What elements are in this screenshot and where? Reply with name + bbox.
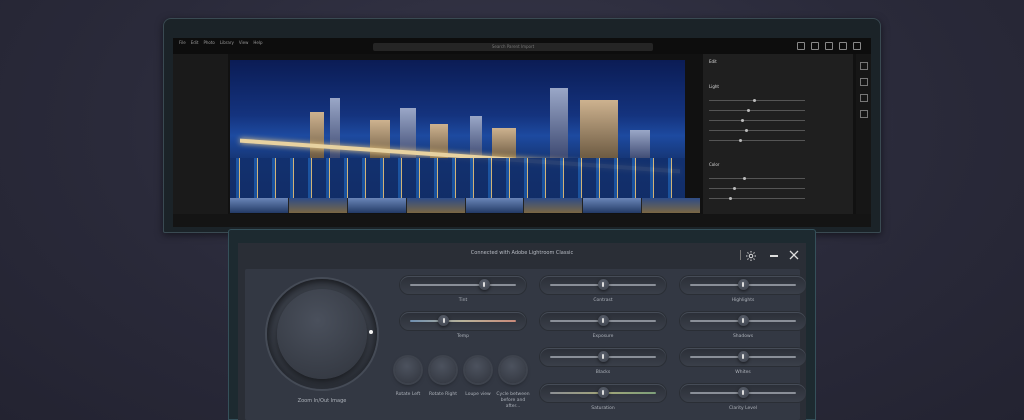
filmstrip[interactable]: [230, 198, 700, 213]
clarity-slider[interactable]: [680, 384, 806, 402]
laptop-deck: Connected with Adobe Lightroom Classic Z…: [228, 229, 816, 420]
minimize-icon[interactable]: [770, 255, 778, 257]
exposure-label: Exposure: [592, 334, 614, 339]
zoom-dial-label: Zoom In/Out Image: [297, 398, 347, 404]
lightroom-menu: File Edit Photo Library View Help: [179, 40, 263, 45]
exposure-slider[interactable]: [540, 312, 666, 330]
whites-slider[interactable]: [680, 348, 806, 366]
rotate-left-button[interactable]: [395, 357, 421, 383]
saturation-slider[interactable]: [540, 384, 666, 402]
help-icon[interactable]: [839, 42, 847, 50]
temp-label: Temp: [457, 334, 469, 339]
lightroom-topbar: File Edit Photo Library View Help Search…: [173, 38, 871, 54]
tint-slider[interactable]: [400, 276, 526, 294]
menu-item[interactable]: File: [179, 40, 186, 45]
before-after-label: Cycle between before and after...: [496, 392, 530, 409]
highlights-label: Highlights: [731, 298, 755, 303]
title-separator: [740, 250, 741, 260]
zoom-dial[interactable]: [267, 279, 377, 389]
gear-icon[interactable]: [745, 250, 757, 262]
develop-panel: Edit Light Color: [703, 54, 853, 214]
panel-section-color[interactable]: Color: [709, 162, 719, 167]
gradient-icon[interactable]: [859, 110, 868, 118]
lightroom-toolbar: [797, 42, 861, 50]
panel-section-light[interactable]: Light: [709, 84, 719, 89]
panel-title: Edit: [709, 59, 717, 64]
menu-item[interactable]: View: [239, 40, 249, 45]
edit-icon[interactable]: [859, 62, 868, 70]
zoom-dial-knob[interactable]: [277, 289, 367, 379]
saturation-label: Saturation: [591, 406, 615, 411]
share-icon[interactable]: [825, 42, 833, 50]
highlights-slider[interactable]: [680, 276, 806, 294]
loupe-view-button[interactable]: [465, 357, 491, 383]
main-display: File Edit Photo Library View Help Search…: [173, 38, 871, 227]
menu-item[interactable]: Edit: [191, 40, 199, 45]
dial-indicator: [369, 330, 373, 334]
loupe-view-label: Loupe view: [465, 392, 491, 397]
contrast-slider[interactable]: [540, 276, 666, 294]
filter-icon[interactable]: [811, 42, 819, 50]
cloud-icon[interactable]: [853, 42, 861, 50]
shadows-label: Shadows: [732, 334, 754, 339]
close-icon[interactable]: [789, 250, 799, 260]
whites-label: Whites: [735, 370, 751, 375]
menu-item[interactable]: Library: [220, 40, 234, 45]
tool-strip: [856, 54, 871, 227]
rotate-right-button[interactable]: [430, 357, 456, 383]
undo-icon[interactable]: [797, 42, 805, 50]
photo-preview[interactable]: [230, 60, 685, 198]
menu-item[interactable]: Help: [253, 40, 262, 45]
lightroom-search[interactable]: Search Parent Import: [373, 43, 653, 51]
shadows-slider[interactable]: [680, 312, 806, 330]
crop-icon[interactable]: [859, 78, 868, 86]
contrast-label: Contrast: [593, 298, 613, 303]
clarity-label: Clarity Level: [729, 406, 757, 411]
lightroom-bottombar: [173, 214, 871, 227]
rotate-right-label: Rotate Right: [428, 392, 457, 397]
blacks-label: Blacks: [595, 370, 611, 375]
screenpad-title: Connected with Adobe Lightroom Classic: [470, 250, 574, 256]
tint-label: Tint: [458, 298, 468, 303]
screenpad: Connected with Adobe Lightroom Classic Z…: [238, 243, 806, 420]
brush-icon[interactable]: [859, 94, 868, 102]
rotate-left-label: Rotate Left: [395, 392, 421, 397]
laptop-lid: File Edit Photo Library View Help Search…: [163, 18, 881, 233]
before-after-button[interactable]: [500, 357, 526, 383]
control-panel: Zoom In/Out Image Rotate Left Rotate Rig…: [245, 269, 806, 420]
temp-slider[interactable]: [400, 312, 526, 330]
blacks-slider[interactable]: [540, 348, 666, 366]
left-panel: [173, 54, 228, 214]
menu-item[interactable]: Photo: [203, 40, 214, 45]
